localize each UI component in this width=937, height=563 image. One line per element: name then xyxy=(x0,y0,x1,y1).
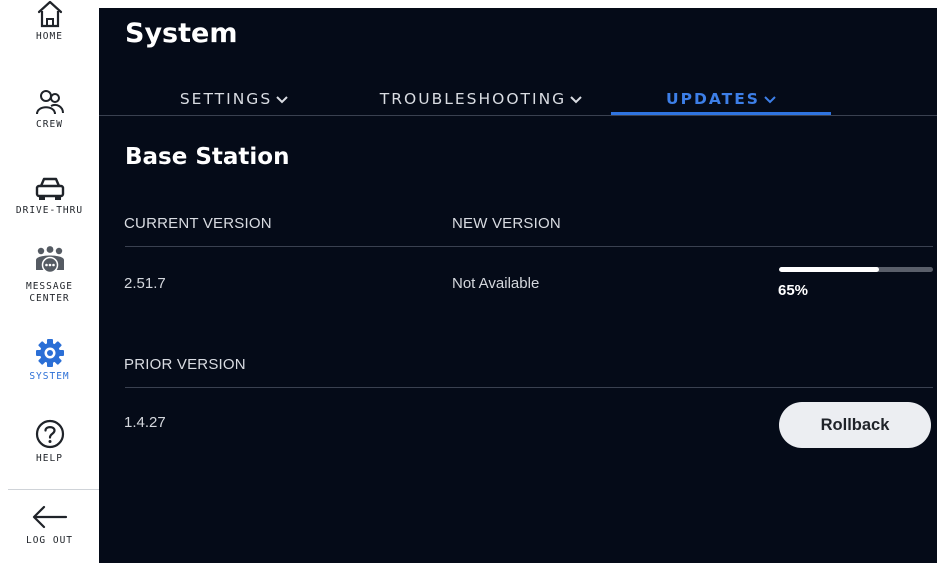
update-progress-bar xyxy=(779,267,933,272)
sidebar-item-help[interactable]: HELP xyxy=(0,418,99,465)
tab-settings[interactable]: SETTINGS xyxy=(159,86,309,112)
crew-icon xyxy=(35,90,64,115)
sidebar-item-label: CREW xyxy=(36,119,63,130)
home-icon xyxy=(37,0,62,28)
sidebar-item-message-center[interactable]: MESSAGE CENTER xyxy=(0,246,99,305)
sidebar-item-label: MESSAGE xyxy=(25,281,74,292)
tab-label: TROUBLESHOOTING xyxy=(379,90,567,108)
sidebar-divider xyxy=(8,489,99,490)
tabs-divider xyxy=(99,115,937,116)
divider xyxy=(125,246,933,247)
sidebar-item-drive-thru[interactable]: DRIVE-THRU xyxy=(0,176,99,217)
main-panel: System SETTINGS TROUBLESHOOTING UPDATES … xyxy=(99,8,937,563)
sidebar-item-crew[interactable]: CREW xyxy=(0,88,99,131)
new-version-value: Not Available xyxy=(452,275,540,292)
prior-version-value: 1.4.27 xyxy=(124,414,166,431)
message-center-icon xyxy=(35,246,64,274)
tab-bar: SETTINGS TROUBLESHOOTING UPDATES xyxy=(99,86,937,114)
divider xyxy=(125,387,933,388)
sidebar-item-label: LOG OUT xyxy=(25,535,74,546)
tab-label: SETTINGS xyxy=(179,90,273,108)
gear-icon xyxy=(35,339,64,367)
prior-version-label: PRIOR VERSION xyxy=(124,356,246,373)
sidebar-item-home[interactable]: HOME xyxy=(0,0,99,43)
tab-label: UPDATES xyxy=(666,90,760,108)
sidebar-item-system[interactable]: SYSTEM xyxy=(0,338,99,383)
sidebar-item-log-out[interactable]: LOG OUT xyxy=(0,502,99,547)
page-title: System xyxy=(125,18,238,49)
sidebar-item-label: DRIVE-THRU xyxy=(15,205,84,216)
sidebar: HOME CREW DRIVE-THRU MESSAGE CENTER SYST… xyxy=(0,0,99,563)
help-icon xyxy=(35,419,64,449)
chevron-down-icon xyxy=(570,95,582,103)
update-progress-fill xyxy=(779,267,880,272)
section-title: Base Station xyxy=(125,144,290,170)
sidebar-item-label: HELP xyxy=(36,453,63,464)
sidebar-item-label: HOME xyxy=(36,31,63,42)
car-icon xyxy=(35,177,64,200)
new-version-label: NEW VERSION xyxy=(452,215,561,232)
sidebar-item-label: SYSTEM xyxy=(29,371,70,382)
arrow-left-icon xyxy=(32,505,67,529)
chevron-down-icon xyxy=(764,95,776,103)
active-tab-indicator xyxy=(611,112,831,115)
current-version-value: 2.51.7 xyxy=(124,275,166,292)
update-progress-text: 65% xyxy=(778,282,809,299)
rollback-button[interactable]: Rollback xyxy=(779,402,931,448)
chevron-down-icon xyxy=(276,95,288,103)
tab-updates[interactable]: UPDATES xyxy=(611,86,831,112)
current-version-label: CURRENT VERSION xyxy=(124,215,272,232)
tab-troubleshooting[interactable]: TROUBLESHOOTING xyxy=(371,86,591,112)
sidebar-item-label-line2: CENTER xyxy=(29,293,70,304)
